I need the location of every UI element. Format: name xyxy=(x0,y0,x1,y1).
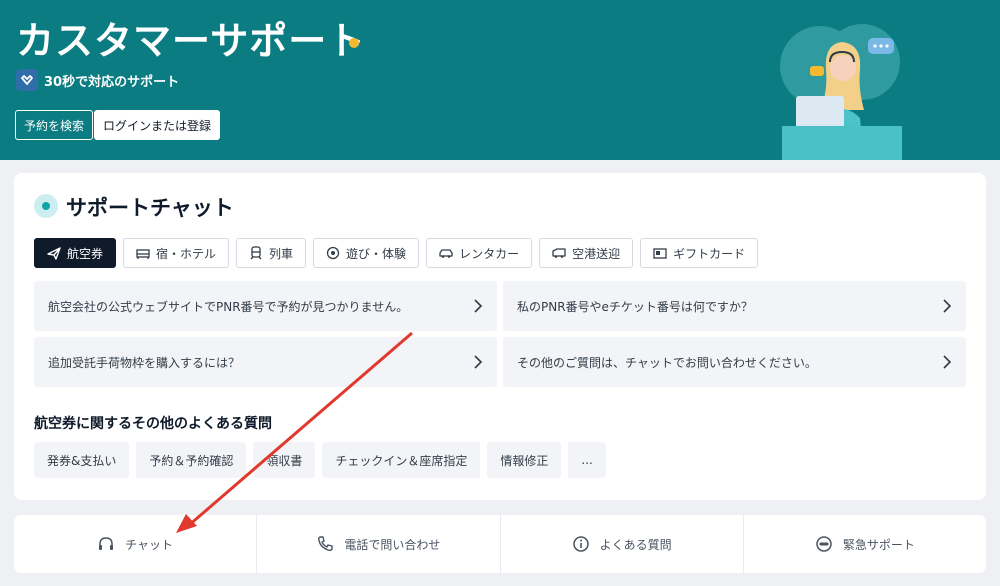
emergency-support-button[interactable]: 緊急サポート xyxy=(744,515,986,573)
section-title: サポートチャット xyxy=(66,196,234,220)
chip-ticketing-payment[interactable]: 発券&支払い xyxy=(34,442,130,478)
faq-question: 航空会社の公式ウェブサイトでPNR番号で予約が見つかりません。 xyxy=(48,299,409,314)
faq-question: その他のご質問は、チャットでお問い合わせください。 xyxy=(517,355,817,370)
search-booking-button[interactable]: 予約を検索 xyxy=(15,110,94,140)
info-icon xyxy=(572,536,589,552)
phone-label: 電話で問い合わせ xyxy=(344,537,441,552)
chevron-right-icon xyxy=(943,355,952,369)
chip-checkin-seat[interactable]: チェックイン＆座席指定 xyxy=(322,442,481,478)
faq-item[interactable]: 航空会社の公式ウェブサイトでPNR番号で予約が見つかりません。 xyxy=(34,281,497,331)
car-icon xyxy=(439,249,453,258)
tab-airport-transfer[interactable]: 空港送迎 xyxy=(539,238,634,268)
faq-question: 追加受託手荷物枠を購入するには？ xyxy=(48,355,241,370)
tab-label: 列車 xyxy=(269,246,294,261)
phone-contact-button[interactable]: 電話で問い合わせ xyxy=(257,515,501,573)
status-dot-icon xyxy=(34,194,58,218)
tab-label: 航空券 xyxy=(67,246,104,261)
tab-gift-card[interactable]: ギフトカード xyxy=(640,238,759,268)
chevron-right-icon xyxy=(943,299,952,313)
gift-card-icon xyxy=(653,248,667,259)
chevron-right-icon xyxy=(474,355,483,369)
faq-question: 私のPNR番号やeチケット番号は何ですか？ xyxy=(517,299,753,314)
emergency-label: 緊急サポート xyxy=(842,537,915,552)
chat-button[interactable]: チャット xyxy=(14,515,258,573)
tab-label: 空港送迎 xyxy=(572,246,621,261)
ticket-icon xyxy=(326,246,340,260)
headset-icon xyxy=(99,537,114,550)
category-tabs: 航空券 宿・ホテル 列車 遊び・体験 レンタカー 空港送迎 ギフトカード xyxy=(34,238,759,268)
faq-item[interactable]: その他のご質問は、チャットでお問い合わせください。 xyxy=(503,337,966,387)
phone-icon xyxy=(318,536,334,552)
chip-receipt[interactable]: 領収書 xyxy=(253,442,316,478)
bed-icon xyxy=(136,249,150,259)
more-faq-heading: 航空券に関するその他のよくある質問 xyxy=(34,416,272,432)
heart-check-icon xyxy=(16,69,38,91)
support-chat-card: サポートチャット 航空券 宿・ホテル 列車 遊び・体験 レンタカー 空港送迎 ギ xyxy=(14,173,986,500)
login-button[interactable]: ログインまたは登録 xyxy=(94,110,221,140)
tab-label: レンタカー xyxy=(459,246,520,261)
page-title: カスタマーサポート xyxy=(16,19,367,63)
tab-label: ギフトカード xyxy=(673,246,746,261)
contact-options-bar: チャット 電話で問い合わせ よくある質問 緊急サポート xyxy=(14,515,986,573)
faq-button[interactable]: よくある質問 xyxy=(501,515,744,573)
plane-icon xyxy=(47,247,61,260)
shuttle-icon xyxy=(552,248,566,258)
faq-item[interactable]: 私のPNR番号やeチケット番号は何ですか？ xyxy=(503,281,966,331)
train-icon xyxy=(250,246,262,260)
chevron-right-icon xyxy=(474,299,483,313)
chat-label: チャット xyxy=(125,537,174,552)
chip-more[interactable]: ... xyxy=(568,442,606,478)
chip-booking-confirmation[interactable]: 予約＆予約確認 xyxy=(136,442,247,478)
tab-car-rental[interactable]: レンタカー xyxy=(426,238,533,268)
accent-dot xyxy=(349,38,359,48)
chip-info-correction[interactable]: 情報修正 xyxy=(487,442,562,478)
tab-label: 遊び・体験 xyxy=(346,246,407,261)
sos-icon xyxy=(816,536,832,552)
tab-hotels[interactable]: 宿・ホテル xyxy=(123,238,230,268)
faq-topic-chips: 発券&支払い 予約＆予約確認 領収書 チェックイン＆座席指定 情報修正 ... xyxy=(34,442,606,478)
badge-label: 30秒で対応のサポート xyxy=(44,74,180,90)
support-agent-illustration xyxy=(780,24,902,160)
tab-activities[interactable]: 遊び・体験 xyxy=(313,238,420,268)
faq-item[interactable]: 追加受託手荷物枠を購入するには？ xyxy=(34,337,497,387)
response-time-badge: 30秒で対応のサポート xyxy=(16,68,179,92)
tab-label: 宿・ホテル xyxy=(156,246,217,261)
hero-banner: カスタマーサポート 30秒で対応のサポート 予約を検索 ログインまたは登録 xyxy=(0,0,1000,160)
tab-trains[interactable]: 列車 xyxy=(236,238,307,268)
faq-label: よくある質問 xyxy=(599,537,672,552)
tab-flights[interactable]: 航空券 xyxy=(34,238,117,268)
